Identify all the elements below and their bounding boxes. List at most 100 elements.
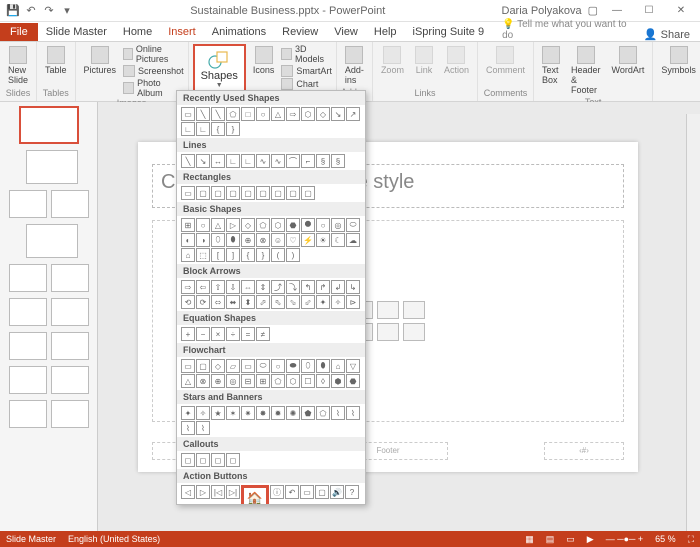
shape-item[interactable]: ◊ (316, 374, 330, 388)
shape-item[interactable]: ⬯ (301, 359, 315, 373)
shape-item[interactable]: ◇ (211, 359, 225, 373)
thumb-layout[interactable] (51, 264, 89, 292)
shape-item[interactable]: ◇ (241, 218, 255, 232)
shape-item[interactable]: ⤴ (271, 280, 285, 294)
shape-item[interactable]: ⌇ (196, 421, 210, 435)
shape-item[interactable]: ⬁ (271, 295, 285, 309)
shape-item[interactable]: ▷ (226, 218, 240, 232)
shape-item[interactable]: ⇕ (256, 280, 270, 294)
addins-button[interactable]: Add-ins (341, 44, 368, 87)
shape-item[interactable]: ⟳ (196, 295, 210, 309)
shape-item[interactable]: ✦ (181, 406, 195, 420)
shape-item[interactable]: ⇧ (211, 280, 225, 294)
shape-item[interactable]: ⬄ (211, 295, 225, 309)
link-button[interactable]: Link (411, 44, 437, 77)
thumb-layout[interactable] (9, 400, 47, 428)
pictures-button[interactable]: Pictures (80, 44, 121, 77)
smartart-button[interactable]: SmartArt (281, 65, 332, 77)
maximize-button[interactable]: ☐ (636, 5, 662, 16)
tab-ispring[interactable]: iSpring Suite 9 (405, 23, 493, 41)
shape-item[interactable]: ⌐ (301, 154, 315, 168)
shape-item[interactable]: △ (181, 374, 195, 388)
shape-item[interactable]: ⊕ (211, 374, 225, 388)
shape-item[interactable]: ▢ (241, 186, 255, 200)
shape-item[interactable]: { (241, 248, 255, 262)
shape-item[interactable]: ♡ (286, 233, 300, 247)
qat-dropdown-icon[interactable]: ▾ (60, 4, 74, 18)
shape-item[interactable]: ▢ (226, 186, 240, 200)
shape-item[interactable]: ⊕ (241, 233, 255, 247)
shape-item[interactable]: ▭ (181, 359, 195, 373)
shape-item[interactable]: ⬠ (316, 406, 330, 420)
thumb-layout[interactable] (9, 190, 47, 218)
shape-item[interactable]: ◻ (226, 453, 240, 467)
zoom-slider[interactable]: — ─●─ + (606, 534, 643, 544)
thumb-layout[interactable] (9, 264, 47, 292)
shape-item[interactable]: } (256, 248, 270, 262)
tab-help[interactable]: Help (366, 23, 405, 41)
shape-item[interactable]: ☁ (346, 233, 360, 247)
shape-item[interactable]: ⊗ (256, 233, 270, 247)
shape-item[interactable]: ◇ (316, 107, 330, 121)
shape-item[interactable]: ↘ (196, 154, 210, 168)
shape-item[interactable]: ✧ (196, 406, 210, 420)
insert-chart-icon[interactable] (377, 301, 399, 319)
shape-item[interactable]: ◎ (226, 374, 240, 388)
action-return-button[interactable]: ↶ (285, 485, 299, 499)
shape-item[interactable]: ] (226, 248, 240, 262)
shape-item[interactable]: ⌇ (181, 421, 195, 435)
shape-item[interactable]: ⬃ (301, 295, 315, 309)
action-info-button[interactable]: ⓘ (270, 485, 284, 499)
shape-item[interactable]: ○ (256, 107, 270, 121)
shape-item[interactable]: § (331, 154, 345, 168)
action-help-button[interactable]: ? (345, 485, 359, 499)
action-forward-button[interactable]: ▷ (196, 485, 210, 499)
thumb-layout[interactable] (9, 366, 47, 394)
tab-animations[interactable]: Animations (204, 23, 274, 41)
shape-item[interactable]: ⬠ (226, 107, 240, 121)
action-document-button[interactable]: ▢ (315, 485, 329, 499)
close-button[interactable]: ✕ (668, 5, 694, 16)
thumb-layout[interactable] (51, 190, 89, 218)
shape-item[interactable]: ☺ (271, 233, 285, 247)
shape-item[interactable]: ◐ (181, 233, 195, 247)
action-button[interactable]: Action (440, 44, 473, 77)
thumb-layout[interactable] (9, 332, 47, 360)
shape-item[interactable]: ⬯ (211, 233, 225, 247)
insert-smartart-icon[interactable] (403, 301, 425, 319)
tab-home[interactable]: Home (115, 23, 160, 41)
shape-item[interactable]: ∟ (226, 154, 240, 168)
shape-item[interactable]: ⟲ (181, 295, 195, 309)
shape-item[interactable]: ⬭ (346, 218, 360, 232)
shape-item[interactable]: ⊞ (256, 374, 270, 388)
shape-item[interactable]: ◑ (196, 233, 210, 247)
shape-item[interactable]: ⬣ (346, 374, 360, 388)
shape-item[interactable]: [ (211, 248, 225, 262)
shape-item[interactable]: ▽ (346, 359, 360, 373)
shape-item[interactable]: ✺ (286, 406, 300, 420)
shape-item[interactable]: ⌂ (181, 248, 195, 262)
shape-item[interactable]: ▭ (241, 359, 255, 373)
shape-item[interactable]: ▢ (211, 186, 225, 200)
action-sound-button[interactable]: 🔊 (330, 485, 344, 499)
shape-item[interactable]: ÷ (226, 327, 240, 341)
shape-item[interactable]: ▢ (196, 359, 210, 373)
view-reading-button[interactable]: ▭ (566, 534, 575, 545)
shape-item[interactable]: ⬟ (301, 406, 315, 420)
shape-item[interactable]: ⌇ (346, 406, 360, 420)
shape-item[interactable]: ↱ (316, 280, 330, 294)
shape-item[interactable]: ⚡ (301, 233, 315, 247)
shape-item[interactable]: ▢ (301, 186, 315, 200)
shape-item[interactable]: § (316, 154, 330, 168)
shape-item[interactable]: □ (241, 107, 255, 121)
shape-item[interactable]: ∟ (241, 154, 255, 168)
shape-item[interactable]: ⬠ (256, 218, 270, 232)
shape-item[interactable]: ▢ (286, 186, 300, 200)
vertical-scrollbar[interactable] (686, 114, 700, 531)
shape-item[interactable]: △ (271, 107, 285, 121)
thumb-layout[interactable] (51, 298, 89, 326)
shape-item[interactable]: ⬭ (256, 359, 270, 373)
shape-item[interactable]: ⬢ (331, 374, 345, 388)
shape-item[interactable]: × (211, 327, 225, 341)
shape-item[interactable]: ↳ (346, 280, 360, 294)
